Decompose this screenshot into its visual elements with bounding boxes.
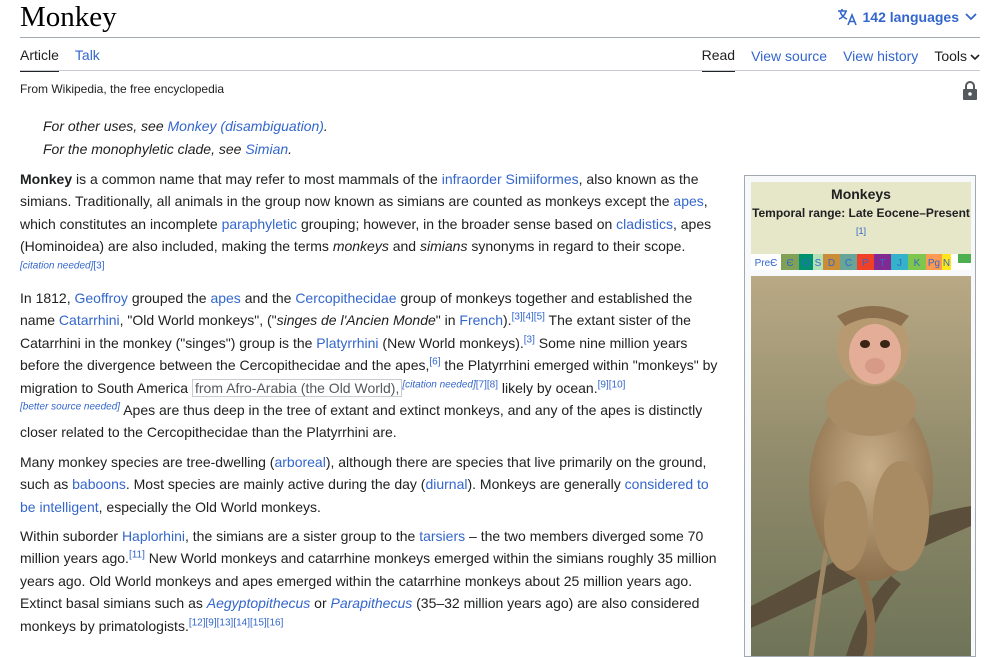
tab-article[interactable]: Article bbox=[20, 47, 59, 72]
timeline-period-label: J bbox=[897, 258, 902, 269]
link-cercopithecidae[interactable]: Cercopithecidae bbox=[295, 290, 396, 306]
disputed-text: from Afro-Arabia (the Old World), bbox=[191, 378, 403, 397]
paragraph-intro: Monkey is a common name that may refer t… bbox=[20, 171, 712, 271]
timeline-period-label: K bbox=[914, 258, 921, 269]
tagline: From Wikipedia, the free encyclopedia bbox=[20, 82, 225, 96]
timeline-period-label: Є bbox=[786, 258, 793, 269]
link-monkey-disambiguation[interactable]: Monkey (disambiguation) bbox=[168, 118, 324, 134]
infobox-header: Monkeys Temporal range: Late Eocene–Pres… bbox=[751, 182, 971, 260]
link-apes[interactable]: apes bbox=[673, 193, 703, 209]
timeline-period-label: P bbox=[862, 258, 869, 269]
lock-icon[interactable] bbox=[962, 80, 978, 105]
reference[interactable]: [3] bbox=[524, 334, 535, 345]
infobox: Monkeys Temporal range: Late Eocene–Pres… bbox=[744, 175, 976, 657]
link-simian[interactable]: Simian bbox=[245, 141, 288, 157]
reference[interactable]: [11] bbox=[129, 550, 145, 561]
better-source-needed[interactable]: [better source needed] bbox=[20, 401, 120, 412]
link-parapithecus[interactable]: Parapithecus bbox=[331, 595, 413, 611]
paragraph-taxonomy: In 1812, Geoffroy grouped the apes and t… bbox=[20, 290, 718, 441]
link-platyrrhini[interactable]: Platyrrhini bbox=[316, 335, 378, 351]
link-baboons[interactable]: baboons bbox=[72, 476, 126, 492]
page-title: Monkey bbox=[20, 1, 117, 33]
tabs-divider bbox=[20, 70, 980, 71]
title-divider bbox=[20, 37, 980, 38]
link-geoffroy[interactable]: Geoffroy bbox=[75, 290, 128, 306]
tab-view-source[interactable]: View source bbox=[751, 48, 827, 71]
timeline-period-label: Pg bbox=[928, 258, 940, 269]
citation-needed[interactable]: [citation needed] bbox=[20, 260, 93, 271]
temporal-range: Temporal range: Late Eocene–Present bbox=[752, 206, 970, 220]
citation-needed[interactable]: [citation needed] bbox=[402, 379, 475, 390]
timeline-period-label: O bbox=[802, 258, 810, 269]
timeline-period-label: D bbox=[828, 258, 835, 269]
languages-label: 142 languages bbox=[862, 9, 960, 25]
tools-menu[interactable]: Tools bbox=[934, 48, 980, 71]
reference[interactable]: [12][9][13][14][15][16] bbox=[189, 617, 284, 628]
monkey-photo[interactable] bbox=[751, 276, 971, 656]
paragraph-habitat: Many monkey species are tree-dwelling (a… bbox=[20, 454, 709, 515]
link-cladistics[interactable]: cladistics bbox=[616, 216, 673, 232]
translate-icon bbox=[837, 8, 857, 26]
languages-button[interactable]: 142 languages bbox=[837, 8, 978, 26]
geologic-timeline: PreЄ Є O S D C P T J K Pg N bbox=[751, 254, 971, 270]
infobox-title: Monkeys bbox=[831, 186, 891, 202]
link-catarrhini[interactable]: Catarrhini bbox=[59, 312, 120, 328]
link-tarsiers[interactable]: tarsiers bbox=[419, 528, 465, 544]
timeline-period-label: N bbox=[943, 258, 950, 269]
tab-talk[interactable]: Talk bbox=[75, 47, 100, 72]
chevron-down-icon bbox=[965, 13, 977, 21]
timeline-period-label: C bbox=[845, 258, 852, 269]
hatnote-simian: For the monophyletic clade, see Simian. bbox=[43, 141, 293, 157]
chevron-down-icon bbox=[970, 48, 980, 65]
link-haplorhini[interactable]: Haplorhini bbox=[122, 528, 185, 544]
timeline-range-marker bbox=[958, 254, 971, 263]
reference[interactable]: [9][10] bbox=[598, 379, 626, 390]
tab-read[interactable]: Read bbox=[701, 47, 736, 72]
timeline-period-label: PreЄ bbox=[755, 258, 778, 269]
reference[interactable]: [7][8] bbox=[476, 379, 498, 390]
hatnote-disambiguation: For other uses, see Monkey (disambiguati… bbox=[43, 118, 328, 134]
link-diurnal[interactable]: diurnal bbox=[425, 476, 467, 492]
reference[interactable]: [1] bbox=[751, 226, 971, 236]
namespace-tabs: Article Talk bbox=[20, 47, 100, 72]
paragraph-evolution: Within suborder Haplorhini, the simians … bbox=[20, 528, 717, 634]
link-paraphyletic[interactable]: paraphyletic bbox=[222, 216, 298, 232]
link-french[interactable]: French bbox=[459, 312, 503, 328]
reference[interactable]: [3] bbox=[93, 260, 104, 271]
link-apes[interactable]: apes bbox=[210, 290, 240, 306]
reference[interactable]: [6] bbox=[429, 357, 440, 368]
view-tabs: Read View source View history Tools bbox=[701, 47, 980, 72]
timeline-period-label: T bbox=[879, 258, 885, 269]
timeline-period-label: S bbox=[815, 258, 822, 269]
link-infraorder-simiiformes[interactable]: infraorder Simiiformes bbox=[442, 171, 579, 187]
link-aegyptopithecus[interactable]: Aegyptopithecus bbox=[207, 595, 311, 611]
tab-view-history[interactable]: View history bbox=[843, 48, 918, 71]
link-arboreal[interactable]: arboreal bbox=[274, 454, 325, 470]
reference[interactable]: [3][4][5] bbox=[512, 312, 545, 323]
tools-label: Tools bbox=[934, 48, 967, 64]
